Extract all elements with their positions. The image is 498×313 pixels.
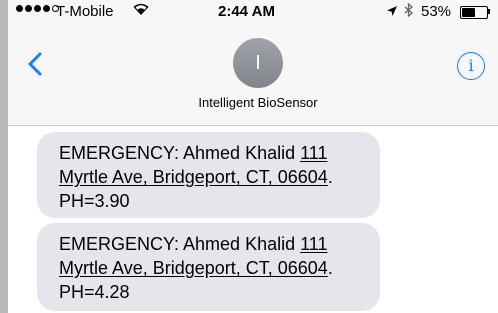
battery-cap <box>488 9 490 14</box>
message-punctuation: . <box>327 167 333 187</box>
wifi-icon <box>132 2 150 20</box>
device-frame-edge <box>0 0 8 313</box>
info-icon: i <box>468 56 474 75</box>
signal-dot <box>16 5 23 12</box>
message-text: EMERGENCY: Ahmed Khalid <box>59 143 301 163</box>
contact-avatar[interactable]: I <box>233 38 283 88</box>
status-bar: T-Mobile 2:44 AM 53% <box>8 0 498 24</box>
message-bubble[interactable]: EMERGENCY: Ahmed Khalid 111 Myrtle Ave, … <box>37 132 380 218</box>
contact-name[interactable]: Intelligent BioSensor <box>8 95 498 110</box>
signal-dot <box>43 5 50 12</box>
battery-percent: 53% <box>421 3 452 20</box>
signal-dot <box>25 5 32 12</box>
message-text: EMERGENCY: Ahmed Khalid <box>59 234 301 254</box>
signal-strength-icon <box>16 5 59 12</box>
battery-icon <box>460 6 488 19</box>
message-bubble[interactable]: EMERGENCY: Ahmed Khalid 111 Myrtle Ave, … <box>37 223 380 311</box>
info-button[interactable]: i <box>457 52 485 80</box>
navigation-header: T-Mobile 2:44 AM 53% I Intelligent BioSe… <box>8 0 498 126</box>
status-time: 2:44 AM <box>218 3 275 20</box>
message-punctuation: . <box>327 258 333 278</box>
signal-dot <box>34 5 41 12</box>
avatar-initial: I <box>255 51 261 74</box>
messages-screen: T-Mobile 2:44 AM 53% I Intelligent BioSe… <box>8 0 498 313</box>
battery-fill <box>462 8 475 17</box>
ph-reading: PH=3.90 <box>59 191 130 211</box>
chevron-left-icon <box>28 52 42 76</box>
carrier-name: T-Mobile <box>56 3 114 20</box>
ph-reading: PH=4.28 <box>59 282 130 302</box>
bluetooth-icon <box>404 2 413 20</box>
location-arrow-icon <box>386 4 398 21</box>
back-button[interactable] <box>28 52 42 81</box>
